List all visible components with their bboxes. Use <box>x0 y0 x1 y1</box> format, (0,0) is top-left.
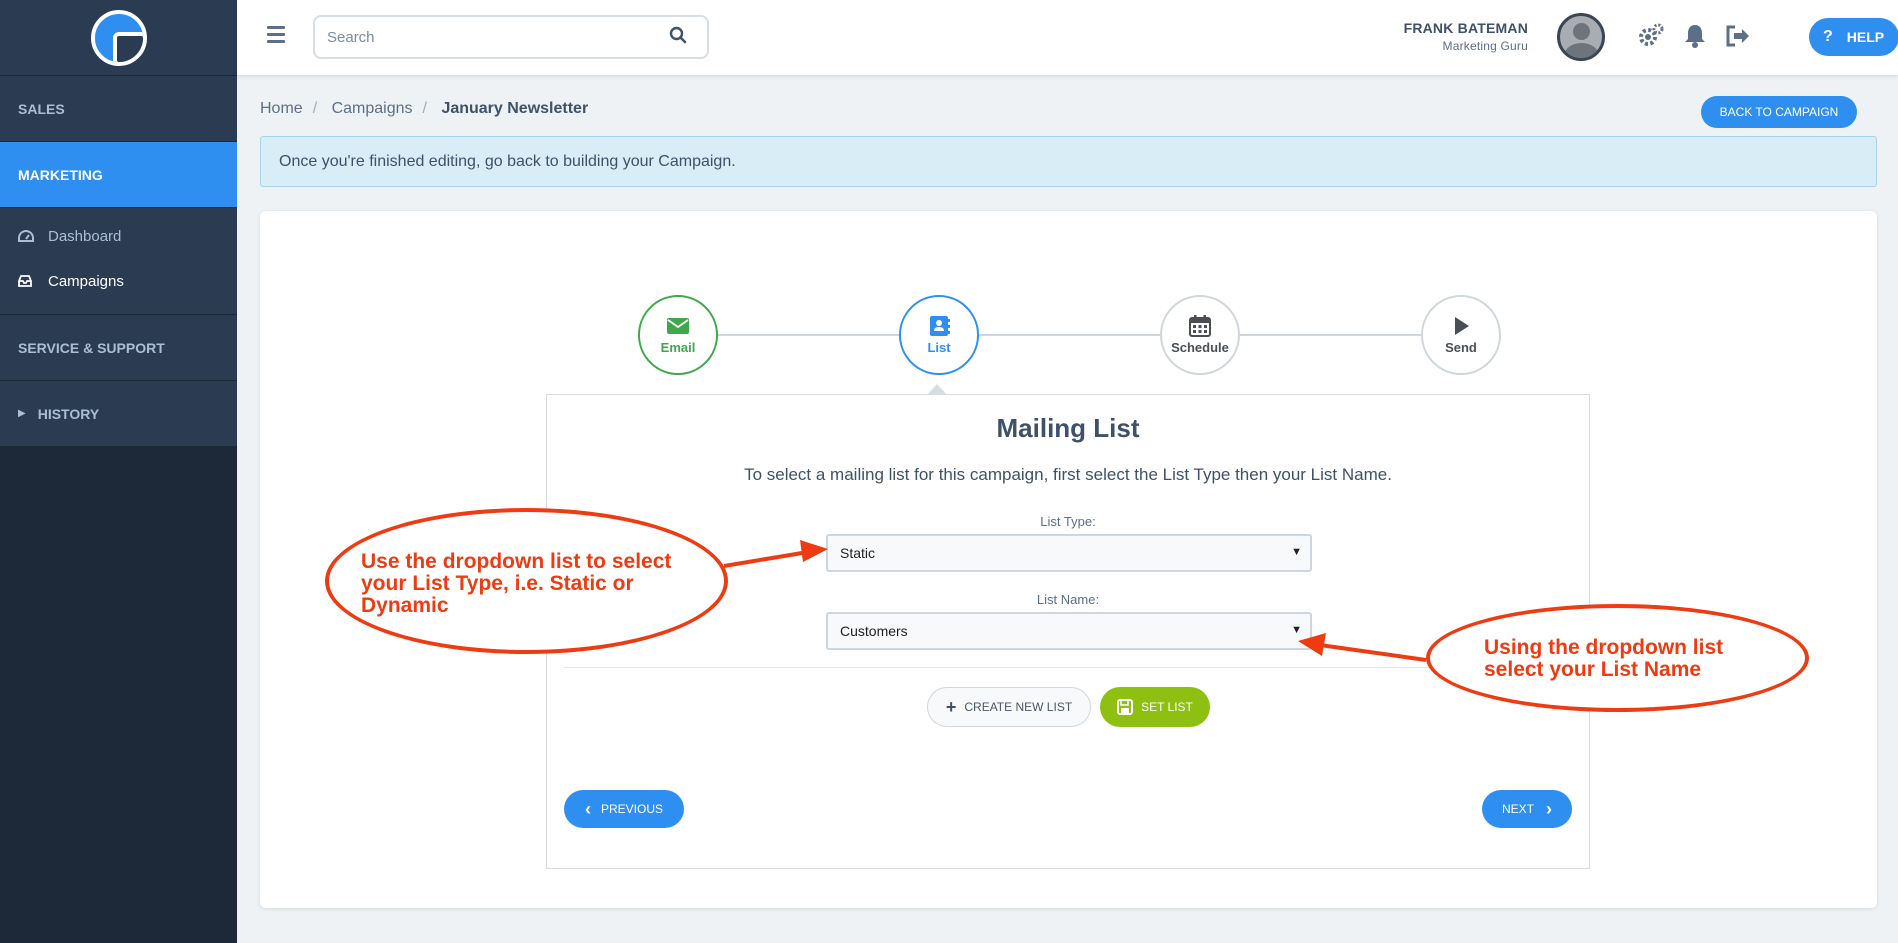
sidebar-section-service[interactable]: SERVICE & SUPPORT <box>0 314 237 380</box>
logout-icon[interactable] <box>1723 22 1751 50</box>
dropdown-arrow-icon: ▼ <box>1291 546 1302 558</box>
envelope-icon <box>667 318 689 334</box>
info-alert: Once you're finished editing, go back to… <box>260 136 1877 187</box>
step-label: List <box>927 340 951 355</box>
menu-toggle-icon[interactable] <box>267 26 285 47</box>
divider <box>564 667 1572 668</box>
sidebar-section-label: MARKETING <box>18 166 103 183</box>
user-role: Marketing Guru <box>1442 39 1528 53</box>
alert-text: Once you're finished editing, go back to… <box>279 152 736 170</box>
chevron-right-icon: › <box>1546 798 1552 819</box>
caret-right-icon: ▶ <box>18 408 26 419</box>
dashboard-icon <box>18 229 48 245</box>
step-connector <box>717 334 899 336</box>
create-label: CREATE NEW LIST <box>964 700 1073 714</box>
panel-title: Mailing List <box>996 413 1140 443</box>
sidebar-section-history[interactable]: ▶ HISTORY <box>0 380 237 446</box>
play-icon <box>1455 317 1469 335</box>
next-label: NEXT <box>1501 802 1534 816</box>
list-type-label: List Type: <box>1040 514 1096 529</box>
back-to-campaign-button[interactable]: BACK TO CAMPAIGN <box>1701 96 1857 128</box>
next-button[interactable]: NEXT › <box>1482 790 1572 828</box>
sidebar-item-dashboard[interactable]: Dashboard <box>0 214 237 259</box>
sidebar-item-campaigns[interactable]: Campaigns <box>0 259 237 304</box>
search-input[interactable] <box>313 15 709 59</box>
breadcrumb: Home / Campaigns / January Newsletter <box>260 100 589 117</box>
step-send[interactable]: Send <box>1421 295 1501 375</box>
breadcrumb-home[interactable]: Home <box>260 100 303 117</box>
breadcrumb-campaigns[interactable]: Campaigns <box>332 100 413 117</box>
mailing-list-panel: Mailing List To select a mailing list fo… <box>546 394 1590 869</box>
previous-button[interactable]: ‹ PREVIOUS <box>564 790 684 828</box>
plus-icon: + <box>945 696 957 717</box>
sidebar-section-label: SALES <box>18 100 65 117</box>
inbox-icon <box>18 274 48 290</box>
sidebar-section-label: HISTORY <box>37 405 100 422</box>
panel-description: To select a mailing list for this campai… <box>744 465 1392 484</box>
top-bar: FRANK BATEMAN Marketing Guru ? HELP <box>237 0 1898 75</box>
step-list[interactable]: List <box>899 295 979 375</box>
annotation-text-right: Using the dropdown list select your List… <box>1484 636 1724 681</box>
step-connector <box>978 334 1160 336</box>
step-email[interactable]: Email <box>638 295 718 375</box>
sidebar-section-label: SERVICE & SUPPORT <box>18 339 165 356</box>
question-icon: ? <box>1823 28 1833 45</box>
user-name: FRANK BATEMAN <box>1403 20 1528 36</box>
logo-area <box>0 0 237 75</box>
user-info: FRANK BATEMAN Marketing Guru <box>1404 20 1528 53</box>
settings-gears-icon[interactable] <box>1637 22 1665 50</box>
search-icon[interactable] <box>669 26 687 44</box>
breadcrumb-current: January Newsletter <box>441 100 589 117</box>
sidebar-section-marketing[interactable]: MARKETING <box>0 141 237 207</box>
sidebar: SALES MARKETING Dashboard Campaigns SERV… <box>0 0 237 943</box>
create-new-list-button[interactable]: + CREATE NEW LIST <box>927 687 1091 727</box>
sidebar-item-label: Campaigns <box>48 273 124 290</box>
help-label: HELP <box>1846 29 1885 45</box>
previous-label: PREVIOUS <box>600 802 663 816</box>
help-button[interactable]: ? HELP <box>1809 18 1898 56</box>
set-list-button[interactable]: SET LIST <box>1100 687 1210 727</box>
calendar-icon <box>1189 315 1211 337</box>
set-label: SET LIST <box>1141 700 1193 714</box>
step-label: Email <box>660 340 696 355</box>
avatar[interactable] <box>1557 13 1605 61</box>
sidebar-submenu: Dashboard Campaigns <box>0 207 237 314</box>
save-icon <box>1117 699 1134 715</box>
step-label: Send <box>1445 340 1477 355</box>
chevron-left-icon: ‹ <box>584 798 591 819</box>
app-logo[interactable] <box>90 9 147 66</box>
list-type-value: Static <box>840 545 876 561</box>
list-name-select[interactable]: Customers ▼ <box>826 612 1312 650</box>
step-connector <box>1239 334 1421 336</box>
step-schedule[interactable]: Schedule <box>1160 295 1240 375</box>
list-name-value: Customers <box>840 623 908 639</box>
sidebar-item-label: Dashboard <box>48 228 122 245</box>
bell-icon[interactable] <box>1681 22 1709 50</box>
address-book-icon <box>930 316 950 336</box>
list-type-select[interactable]: Static ▼ <box>826 534 1312 572</box>
step-label: Schedule <box>1171 340 1229 355</box>
dropdown-arrow-icon: ▼ <box>1291 624 1302 636</box>
annotation-text-left: Use the dropdown list to select your Lis… <box>361 550 672 617</box>
sidebar-section-sales[interactable]: SALES <box>0 75 237 141</box>
